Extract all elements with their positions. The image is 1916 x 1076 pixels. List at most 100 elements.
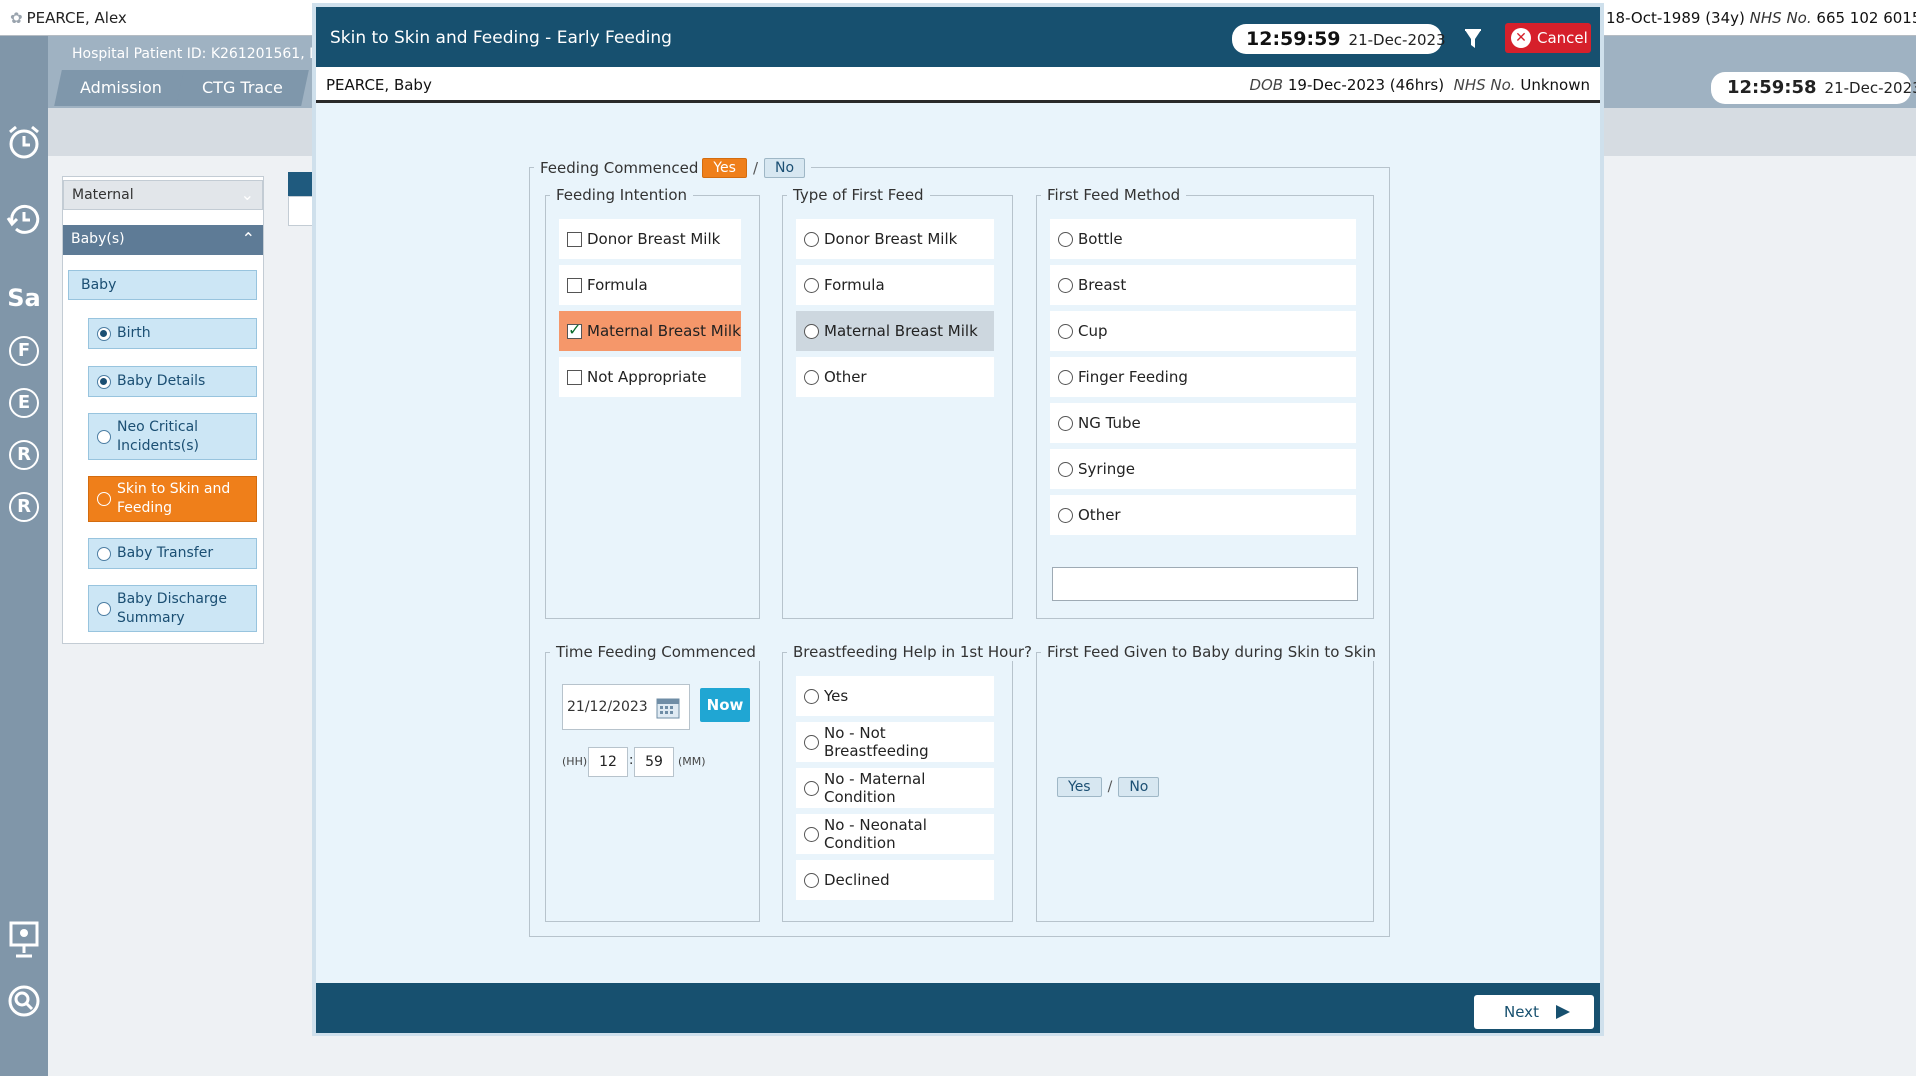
app-clock: 12:59:58 21-Dec-2023 bbox=[1711, 72, 1916, 104]
babies-header[interactable]: Baby(s) ⌃ bbox=[63, 225, 263, 255]
patient-name: ✿ PEARCE, Alex bbox=[10, 9, 127, 27]
hh-label: (HH) bbox=[562, 755, 588, 768]
first-feed-skin-toggle: Yes / No bbox=[1057, 777, 1160, 797]
empty-radio-icon bbox=[97, 492, 111, 506]
help-no-maternal-condition[interactable]: No - Maternal Condition bbox=[796, 768, 994, 808]
method-syringe[interactable]: Syringe bbox=[1050, 449, 1356, 489]
first-feed-formula[interactable]: Formula bbox=[796, 265, 994, 305]
panel-header-edge bbox=[288, 172, 314, 196]
first-feed-method-label: First Feed Method bbox=[1041, 186, 1187, 204]
checkbox-icon bbox=[567, 231, 582, 247]
time-separator: : bbox=[629, 753, 634, 768]
now-button[interactable]: Now bbox=[700, 688, 750, 722]
radio-icon bbox=[804, 734, 819, 750]
radio-icon bbox=[1058, 323, 1073, 339]
chevron-up-icon: ⌃ bbox=[241, 229, 255, 248]
rail-r1[interactable]: R bbox=[9, 440, 39, 470]
method-breast[interactable]: Breast bbox=[1050, 265, 1356, 305]
method-other-input[interactable] bbox=[1052, 567, 1358, 601]
modal-clock: 12:59:59 21-Dec-2023 bbox=[1232, 24, 1446, 54]
flower-icon: ✿ bbox=[10, 9, 23, 27]
cancel-button[interactable]: ✕ Cancel bbox=[1505, 23, 1591, 53]
minute-input[interactable]: 59 bbox=[634, 747, 674, 777]
radio-icon bbox=[1058, 461, 1073, 477]
radio-icon bbox=[1058, 507, 1073, 523]
method-cup[interactable]: Cup bbox=[1050, 311, 1356, 351]
feeding-commenced-no[interactable]: No bbox=[764, 158, 806, 178]
nav-item-birth[interactable]: Birth bbox=[88, 318, 257, 349]
radio-icon bbox=[804, 688, 819, 704]
feeding-commenced-yes[interactable]: Yes bbox=[702, 158, 747, 178]
radio-icon bbox=[804, 826, 819, 842]
checkbox-checked-icon bbox=[567, 320, 582, 339]
radio-icon bbox=[804, 323, 819, 339]
radio-icon bbox=[1058, 231, 1073, 247]
first-feed-skin-yes[interactable]: Yes bbox=[1057, 777, 1102, 797]
empty-radio-icon bbox=[97, 546, 111, 561]
tab-ctg-trace[interactable]: CTG Trace bbox=[176, 70, 309, 106]
radio-icon bbox=[804, 369, 819, 385]
rail-f[interactable]: F bbox=[9, 336, 39, 366]
tab-admission[interactable]: Admission bbox=[54, 70, 188, 106]
empty-radio-icon bbox=[97, 601, 111, 616]
first-feed-donor-breast-milk[interactable]: Donor Breast Milk bbox=[796, 219, 994, 259]
play-arrow-icon bbox=[1556, 1005, 1570, 1019]
patient-dob: 18-Oct-1989 (34y) NHS No. 665 102 6015 bbox=[1606, 9, 1916, 27]
feeding-commenced-legend: Feeding Commenced Yes / No bbox=[534, 158, 812, 178]
complete-radio-icon bbox=[97, 374, 111, 389]
radio-icon bbox=[804, 231, 819, 247]
radio-icon bbox=[804, 277, 819, 293]
intention-not-appropriate[interactable]: Not Appropriate bbox=[559, 357, 741, 397]
feeding-intention-label: Feeding Intention bbox=[550, 186, 694, 204]
baby-dob: DOB 19-Dec-2023 (46hrs) NHS No. Unknown bbox=[1249, 76, 1590, 94]
modal-title: Skin to Skin and Feeding - Early Feeding bbox=[330, 28, 672, 48]
nav-item-baby-details[interactable]: Baby Details bbox=[88, 366, 257, 397]
modal-footer bbox=[316, 983, 1600, 1033]
baby-banner: PEARCE, Baby DOB 19-Dec-2023 (46hrs) NHS… bbox=[316, 67, 1600, 103]
help-yes[interactable]: Yes bbox=[796, 676, 994, 716]
baby-item[interactable]: Baby bbox=[68, 270, 257, 300]
rail-sa[interactable]: Sa bbox=[0, 284, 48, 312]
intention-maternal-breast-milk[interactable]: Maternal Breast Milk bbox=[559, 311, 741, 351]
panel-body-edge bbox=[288, 196, 314, 226]
help-declined[interactable]: Declined bbox=[796, 860, 994, 900]
breastfeeding-help-label: Breastfeeding Help in 1st Hour? bbox=[787, 643, 1038, 661]
first-feed-other[interactable]: Other bbox=[796, 357, 994, 397]
nav-item-neo-critical-incidents[interactable]: Neo Critical Incidents(s) bbox=[88, 413, 257, 460]
help-no-neonatal-condition[interactable]: No - Neonatal Condition bbox=[796, 814, 994, 854]
first-feed-skin-no[interactable]: No bbox=[1118, 777, 1160, 797]
filter-icon[interactable] bbox=[1461, 27, 1485, 51]
rail-e[interactable]: E bbox=[9, 388, 39, 418]
history-clock-icon[interactable] bbox=[6, 200, 42, 240]
method-bottle[interactable]: Bottle bbox=[1050, 219, 1356, 259]
search-icon[interactable] bbox=[7, 984, 41, 1022]
mm-label: (MM) bbox=[678, 755, 706, 768]
baby-name: PEARCE, Baby bbox=[326, 76, 432, 94]
method-ng-tube[interactable]: NG Tube bbox=[1050, 403, 1356, 443]
next-button[interactable]: Next bbox=[1474, 995, 1594, 1029]
first-feed-maternal-breast-milk[interactable]: Maternal Breast Milk bbox=[796, 311, 994, 351]
nav-item-baby-discharge-summary[interactable]: Baby Discharge Summary bbox=[88, 585, 257, 632]
hour-input[interactable]: 12 bbox=[588, 747, 628, 777]
nav-item-baby-transfer[interactable]: Baby Transfer bbox=[88, 538, 257, 569]
calendar-icon[interactable] bbox=[656, 697, 680, 719]
radio-icon bbox=[804, 780, 819, 796]
radio-icon bbox=[1058, 277, 1073, 293]
help-no-not-breastfeeding[interactable]: No - Not Breastfeeding bbox=[796, 722, 994, 762]
nav-item-skin-to-skin[interactable]: Skin to Skin and Feeding bbox=[88, 476, 257, 522]
alarm-clock-icon[interactable] bbox=[6, 124, 42, 164]
intention-donor-breast-milk[interactable]: Donor Breast Milk bbox=[559, 219, 741, 259]
first-feed-skin-label: First Feed Given to Baby during Skin to … bbox=[1041, 643, 1383, 661]
time-feeding-commenced-label: Time Feeding Commenced bbox=[550, 643, 762, 661]
presentation-icon[interactable] bbox=[8, 920, 40, 962]
modal-header: Skin to Skin and Feeding - Early Feeding… bbox=[316, 7, 1600, 67]
early-feeding-modal: Skin to Skin and Feeding - Early Feeding… bbox=[312, 3, 1604, 1036]
maternal-dropdown[interactable]: Maternal ⌄ bbox=[63, 180, 263, 210]
method-other[interactable]: Other bbox=[1050, 495, 1356, 535]
intention-formula[interactable]: Formula bbox=[559, 265, 741, 305]
radio-icon bbox=[1058, 369, 1073, 385]
method-finger-feeding[interactable]: Finger Feeding bbox=[1050, 357, 1356, 397]
checkbox-icon bbox=[567, 277, 582, 293]
rail-r2[interactable]: R bbox=[9, 492, 39, 522]
checkbox-icon bbox=[567, 369, 582, 385]
